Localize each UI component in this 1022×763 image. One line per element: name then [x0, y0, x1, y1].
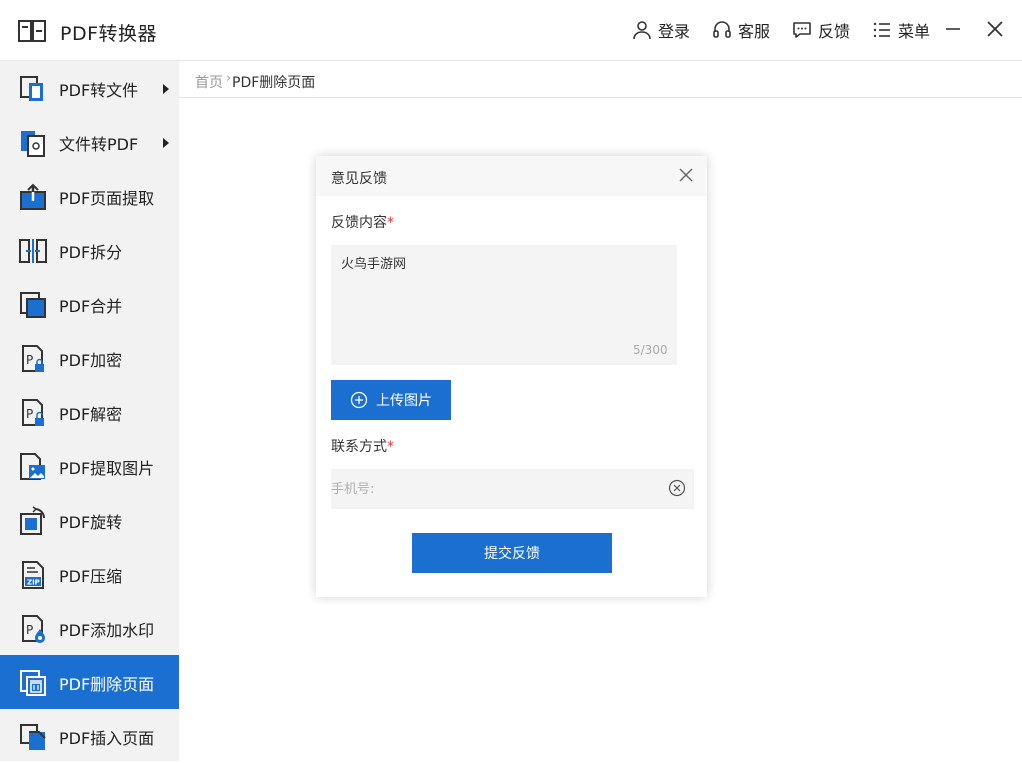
sidebar-item-label: 文件转PDF [59, 135, 139, 154]
close-window-icon[interactable] [984, 18, 1006, 40]
title-bar: PDF转换器 登录 客服 反馈 菜单 [0, 0, 1022, 61]
app-title: PDF转换器 [60, 23, 158, 45]
sidebar-item-label: PDF添加水印 [59, 621, 155, 640]
support-button[interactable]: 客服 [712, 18, 770, 42]
top-actions: 登录 客服 反馈 菜单 [632, 18, 930, 42]
submit-feedback-button[interactable]: 提交反馈 [412, 533, 612, 573]
sidebar-item-split[interactable]: PDF拆分 [0, 223, 179, 277]
file-to-pdf-icon [21, 131, 45, 157]
dialog-title: 意见反馈 [331, 171, 387, 187]
upload-image-label: 上传图片 [376, 393, 432, 409]
sidebar-item-merge[interactable]: PDF合并 [0, 277, 179, 331]
app-logo-icon [18, 20, 46, 42]
minimize-icon[interactable] [942, 18, 964, 40]
required-mark: * [387, 215, 394, 231]
sidebar-item-label: PDF压缩 [59, 567, 123, 586]
sidebar-item-label: PDF转文件 [59, 81, 139, 100]
sidebar-item-delete-page[interactable]: PDF删除页面 [0, 655, 179, 709]
content-field-label: 反馈内容* [331, 215, 394, 231]
user-icon [633, 21, 651, 40]
sidebar-item-extract-image[interactable]: PDF提取图片 [0, 439, 179, 493]
support-label: 客服 [737, 22, 770, 41]
sidebar-item-label: PDF加密 [59, 351, 123, 370]
merge-icon [20, 292, 46, 318]
sidebar-item-encrypt[interactable]: P PDF加密 [0, 331, 179, 385]
sidebar-item-file-to-pdf[interactable]: 文件转PDF [0, 115, 179, 169]
sidebar-item-label: PDF插入页面 [59, 729, 155, 748]
decrypt-icon: P [22, 399, 44, 426]
submenu-arrow-icon [163, 84, 169, 94]
sidebar-item-label: PDF提取图片 [59, 459, 155, 478]
menu-list-icon [873, 22, 890, 38]
svg-text:P: P [26, 353, 33, 367]
sidebar-item-compress[interactable]: ZIP PDF压缩 [0, 547, 179, 601]
rotate-icon [20, 506, 45, 535]
menu-button[interactable]: 菜单 [872, 18, 930, 42]
contact-field-label: 联系方式* [331, 439, 394, 455]
submenu-arrow-icon [163, 138, 169, 148]
dialog-header: 意见反馈 [316, 156, 707, 196]
close-icon[interactable] [679, 168, 693, 182]
menu-label: 菜单 [897, 22, 930, 41]
insert-page-icon [20, 724, 46, 750]
breadcrumb-current: PDF删除页面 [232, 75, 316, 91]
feedback-dialog: 意见反馈 反馈内容* 5/300 上传图片 联系方式* 提交反馈 [316, 156, 707, 597]
sidebar-item-watermark[interactable]: P PDF添加水印 [0, 601, 179, 655]
feedback-button[interactable]: 反馈 [792, 18, 850, 42]
sidebar-item-page-extract[interactable]: PDF页面提取 [0, 169, 179, 223]
page-extract-icon [20, 183, 46, 210]
sidebar-item-label: PDF页面提取 [59, 189, 155, 208]
sidebar-item-decrypt[interactable]: P PDF解密 [0, 385, 179, 439]
sidebar-item-label: PDF旋转 [59, 513, 123, 532]
pdf-to-file-icon [20, 76, 43, 101]
headset-icon [713, 21, 731, 38]
sidebar-item-rotate[interactable]: PDF旋转 [0, 493, 179, 547]
char-count: 5/300 [633, 343, 668, 357]
sidebar-item-label: PDF删除页面 [59, 675, 155, 694]
feedback-content-textarea[interactable] [331, 245, 677, 365]
svg-text:P: P [26, 623, 33, 637]
required-mark: * [387, 439, 394, 455]
sidebar: PDF转文件 文件转PDF PDF页面提取 PDF拆分 PDF合并 P PDF加… [0, 61, 179, 761]
breadcrumb: 首页 › PDF删除页面 [179, 61, 1022, 98]
feedback-label: 反馈 [817, 22, 850, 41]
watermark-icon: P [22, 615, 45, 643]
sidebar-item-label: PDF拆分 [59, 243, 123, 262]
login-label: 登录 [657, 22, 690, 41]
plus-circle-icon [350, 391, 368, 409]
svg-text:P: P [26, 407, 33, 421]
sidebar-item-label: PDF合并 [59, 297, 123, 316]
breadcrumb-separator: › [226, 71, 232, 86]
breadcrumb-home-link[interactable]: 首页 [195, 72, 223, 92]
phone-input[interactable] [331, 469, 694, 509]
chat-icon [793, 22, 811, 38]
sidebar-item-label: PDF解密 [59, 405, 123, 424]
sidebar-item-insert-page[interactable]: PDF插入页面 [0, 709, 179, 763]
svg-text:ZIP: ZIP [27, 579, 40, 587]
upload-image-button[interactable]: 上传图片 [331, 380, 451, 420]
extract-image-icon [20, 453, 45, 480]
compress-zip-icon: ZIP [22, 561, 44, 589]
sidebar-item-pdf-to-file[interactable]: PDF转文件 [0, 61, 179, 115]
clear-input-icon[interactable] [668, 479, 686, 497]
encrypt-icon: P [22, 345, 44, 372]
delete-page-icon [20, 670, 46, 696]
split-icon [19, 239, 47, 263]
login-button[interactable]: 登录 [632, 18, 690, 42]
